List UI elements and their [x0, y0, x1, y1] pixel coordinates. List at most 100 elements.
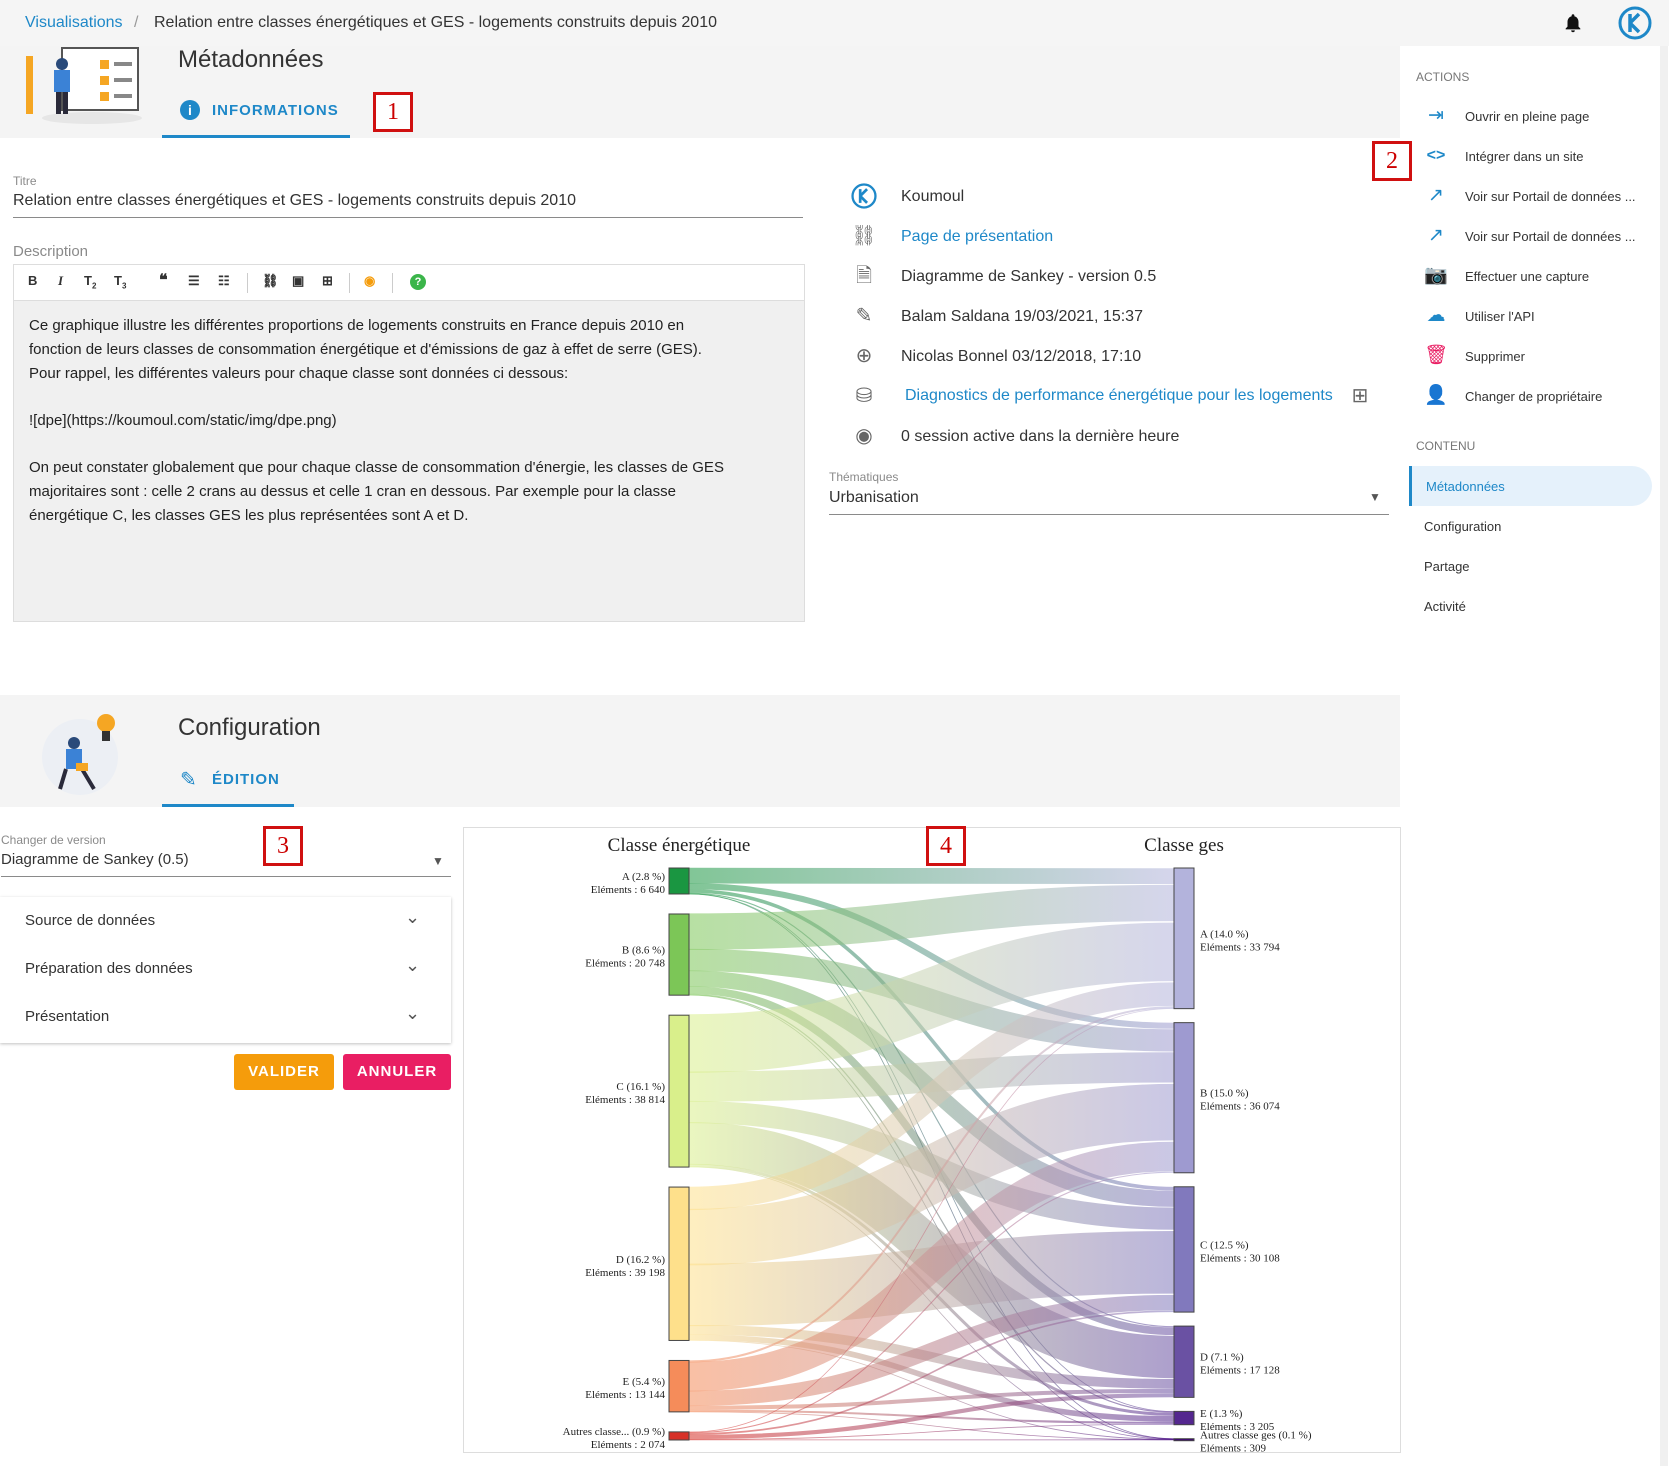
sankey-node-label: E (1.3 %)	[1200, 1408, 1243, 1420]
open-fullscreen-icon[interactable]: ⇥	[1424, 104, 1448, 128]
description-line: fonction de leurs classes de consommatio…	[29, 341, 702, 358]
action-view-portal-1[interactable]: Voir sur Portail de données ...	[1465, 189, 1636, 204]
sankey-node-label: C (12.5 %)	[1200, 1239, 1249, 1251]
sankey-node-count: Eléments : 309	[1200, 1443, 1266, 1452]
sankey-node	[668, 913, 690, 996]
koumoul-logo-avatar[interactable]	[1618, 6, 1652, 40]
description-editor[interactable]: Ce graphique illustre les différentes pr…	[13, 300, 805, 622]
action-delete[interactable]: Supprimer	[1465, 349, 1525, 364]
action-capture[interactable]: Effectuer une capture	[1465, 269, 1589, 284]
topics-label: Thématiques	[829, 470, 899, 484]
sankey-node	[1173, 1325, 1195, 1398]
tab-informations[interactable]: i INFORMATIONS	[162, 90, 350, 138]
metadata-header: Métadonnées i INFORMATIONS 1	[0, 46, 1400, 138]
sankey-node	[1173, 867, 1195, 1010]
italic-button[interactable]: I	[58, 273, 63, 289]
breadcrumb-visualisations-link[interactable]: Visualisations	[25, 14, 123, 32]
topics-underline	[829, 514, 1389, 515]
sankey-node	[668, 867, 690, 895]
numbered-list-button[interactable]: ☷	[218, 273, 230, 289]
person-icon[interactable]: 👤	[1424, 384, 1448, 408]
link-button[interactable]: ⛓	[262, 273, 279, 289]
title-field[interactable]: Relation entre classes énergétiques et G…	[13, 192, 576, 210]
sankey-node-count: Eléments : 2 074	[591, 1439, 666, 1451]
heading2-button[interactable]: T2	[84, 273, 96, 291]
pencil-icon: ✎	[180, 769, 197, 791]
sankey-node-count: Eléments : 17 128	[1200, 1365, 1280, 1377]
chart-left-title: Classe énergétique	[608, 835, 751, 856]
heading3-button[interactable]: T3	[114, 273, 126, 291]
breadcrumb-separator: /	[134, 14, 139, 31]
quote-button[interactable]: ❝	[159, 270, 168, 290]
action-open-fullpage[interactable]: Ouvrir en pleine page	[1465, 109, 1589, 124]
action-embed[interactable]: Intégrer dans un site	[1465, 149, 1584, 164]
database-icon: ⛁	[855, 385, 873, 407]
sankey-node-count: Eléments : 6 640	[591, 884, 666, 896]
description-label: Description	[13, 243, 89, 260]
chevron-down-icon[interactable]: ▼	[432, 854, 444, 868]
annotation-marker-1: 1	[373, 92, 413, 132]
description-line: Pour rappel, les différentes valeurs pou…	[29, 365, 569, 382]
action-use-api[interactable]: Utiliser l'API	[1465, 309, 1535, 324]
sankey-node-label: D (16.2 %)	[616, 1254, 666, 1266]
tab-edition[interactable]: ✎ ÉDITION	[162, 759, 294, 807]
application-type-text: Diagramme de Sankey - version 0.5	[901, 268, 1157, 285]
preview-eye-button[interactable]: ◉	[364, 273, 375, 289]
annotation-marker-2: 2	[1372, 141, 1412, 181]
camera-icon[interactable]: 📷	[1424, 264, 1448, 288]
sankey-chart: A (2.8 %)Eléments : 6 640 B (8.6 %) Elémen…	[563, 835, 1312, 1455]
action-view-portal-2[interactable]: Voir sur Portail de données ...	[1465, 229, 1636, 244]
external-link-icon[interactable]: ↗	[1424, 224, 1448, 248]
presentation-page-link[interactable]: Page de présentation	[901, 228, 1053, 246]
actions-heading: ACTIONS	[1416, 70, 1470, 84]
page-scrollbar[interactable]	[1660, 46, 1668, 1466]
configuration-title: Configuration	[178, 714, 321, 741]
content-nav-metadata[interactable]: Métadonnées	[1426, 479, 1505, 494]
table-button[interactable]: ⊞	[322, 273, 333, 289]
eye-icon: ◉	[855, 425, 873, 447]
validate-button[interactable]: VALIDER	[234, 1054, 334, 1090]
topics-select[interactable]: Urbanisation	[829, 489, 919, 507]
panel-presentation[interactable]: Présentation ⌄	[0, 993, 450, 1041]
metadata-title: Métadonnées	[178, 46, 324, 73]
sankey-node-label: Autres classe ges (0.1 %)	[1200, 1430, 1312, 1442]
panel-data-preparation-label: Préparation des données	[25, 960, 193, 977]
help-icon[interactable]: ?	[410, 274, 426, 290]
cloud-icon[interactable]: ☁	[1424, 304, 1448, 328]
sankey-node-label: B (8.6 %)	[622, 945, 665, 957]
toolbar-divider	[392, 273, 393, 293]
sankey-node	[668, 1014, 690, 1168]
koumoul-owner-icon	[851, 183, 877, 209]
sankey-node-count: Eléments : 30 108	[1200, 1252, 1280, 1264]
content-nav-activity[interactable]: Activité	[1424, 599, 1466, 614]
panel-data-preparation[interactable]: Préparation des données ⌄	[0, 945, 450, 994]
cancel-button[interactable]: ANNULER	[343, 1054, 451, 1090]
chevron-down-icon[interactable]: ▼	[1369, 490, 1381, 504]
code-icon[interactable]: <>	[1424, 144, 1448, 168]
dataset-link[interactable]: Diagnostics de performance énergétique p…	[905, 387, 1333, 405]
panel-data-source[interactable]: Source de données ⌄	[0, 897, 450, 946]
sankey-node	[668, 1431, 690, 1441]
bold-button[interactable]: B	[28, 273, 37, 288]
link-icon: ⛓	[851, 225, 877, 247]
created-text: Nicolas Bonnel 03/12/2018, 17:10	[901, 348, 1142, 365]
sankey-node	[668, 1359, 690, 1413]
chevron-down-icon: ⌄	[405, 1003, 421, 1023]
image-button[interactable]: ▣	[292, 273, 304, 289]
content-nav-sharing[interactable]: Partage	[1424, 559, 1470, 574]
toolbar-divider	[247, 273, 248, 293]
action-change-owner[interactable]: Changer de propriétaire	[1465, 389, 1602, 404]
sankey-node-label: D (7.1 %)	[1200, 1352, 1244, 1364]
trash-icon[interactable]: 🗑	[1424, 344, 1448, 368]
sankey-node-label: A (2.8 %)	[622, 871, 665, 883]
content-heading: CONTENU	[1416, 439, 1476, 453]
bell-icon[interactable]	[1562, 12, 1584, 34]
table-icon[interactable]: ⊞	[1347, 383, 1373, 409]
version-label: Changer de version	[1, 833, 106, 847]
bullet-list-button[interactable]: ☰	[188, 273, 200, 289]
content-nav-configuration[interactable]: Configuration	[1424, 519, 1501, 534]
sankey-node-count: Eléments : 39 198	[585, 1267, 665, 1279]
version-select[interactable]: Diagramme de Sankey (0.5)	[1, 851, 189, 868]
external-link-icon[interactable]: ↗	[1424, 184, 1448, 208]
sankey-node-count: Eléments : 13 144	[585, 1389, 665, 1401]
